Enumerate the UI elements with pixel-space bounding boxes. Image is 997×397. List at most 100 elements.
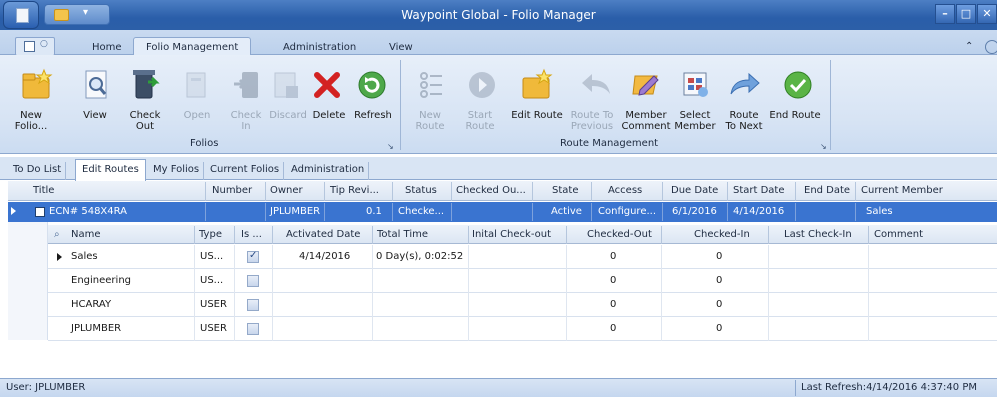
col-is[interactable]: Is ... <box>241 229 262 240</box>
tab-folio-management[interactable]: Folio Management <box>133 37 252 56</box>
route-to-previous-button[interactable]: Route To Previous <box>567 110 617 132</box>
filter-icon[interactable]: ⌕ <box>54 229 60 240</box>
member-comment-icon <box>632 75 659 96</box>
cell-checked-out: 0 <box>610 299 617 310</box>
col-activated-date[interactable]: Activated Date <box>286 229 360 240</box>
col-state[interactable]: State <box>552 185 578 196</box>
magnifier-document-icon <box>85 70 107 99</box>
col-divider <box>194 226 195 244</box>
col-divider <box>566 226 567 244</box>
col-divider <box>532 182 533 201</box>
green-check-icon <box>784 71 812 99</box>
table-row[interactable] <box>48 269 997 293</box>
cell-divider <box>205 203 206 221</box>
end-route-button[interactable]: End Route <box>768 110 822 121</box>
current-row-indicator-icon <box>57 253 62 261</box>
table-row-selected[interactable] <box>8 202 997 222</box>
cell-divider <box>795 203 796 221</box>
tab-administration[interactable]: Administration <box>283 42 356 53</box>
minimize-button[interactable]: – <box>935 4 955 24</box>
col-total-time[interactable]: Total Time <box>377 229 428 240</box>
check-in-button[interactable]: Check In <box>228 110 264 132</box>
chevron-down-icon: ○ <box>40 39 48 49</box>
col-number[interactable]: Number <box>212 185 252 196</box>
menu-icon <box>24 41 35 52</box>
is-checkbox[interactable] <box>247 275 259 287</box>
table-row[interactable] <box>48 293 997 317</box>
col-divider <box>451 182 452 201</box>
close-button[interactable]: ✕ <box>977 4 997 24</box>
tab-current-folios[interactable]: Current Folios <box>206 162 285 180</box>
is-checkbox[interactable] <box>247 250 259 263</box>
col-last-check-in[interactable]: Last Check-In <box>784 229 852 240</box>
col-current-member[interactable]: Current Member <box>861 185 943 196</box>
open-icon <box>186 72 206 98</box>
folios-dialog-launcher-icon[interactable]: ↘ <box>387 142 394 151</box>
cell-checked-out: 0 <box>610 323 617 334</box>
route-to-next-button[interactable]: Route To Next <box>721 110 767 132</box>
table-row[interactable] <box>48 245 997 269</box>
cell-tip-revision: 0.1 <box>366 206 382 217</box>
help-icon[interactable] <box>985 40 997 54</box>
col-type[interactable]: Type <box>199 229 222 240</box>
col-tip-revision[interactable]: Tip Revi... <box>330 185 379 196</box>
col-start-date[interactable]: Start Date <box>733 185 785 196</box>
tab-edit-routes[interactable]: Edit Routes <box>75 159 146 181</box>
status-divider <box>795 380 796 396</box>
col-checked-out-sub[interactable]: Checked-Out <box>587 229 652 240</box>
cell-status: Checke... <box>398 206 445 217</box>
col-title[interactable]: Title <box>33 185 54 196</box>
app-menu-button[interactable]: ○ <box>15 37 55 56</box>
cell-divider <box>727 203 728 221</box>
tab-view[interactable]: View <box>389 42 413 53</box>
edit-route-button[interactable]: Edit Route <box>509 110 565 121</box>
member-comment-button[interactable]: Member Comment <box>620 110 672 132</box>
open-button[interactable]: Open <box>181 110 213 121</box>
cell-divider <box>265 203 266 221</box>
tab-my-folios[interactable]: My Folios <box>149 162 205 180</box>
col-checked-out[interactable]: Checked Ou... <box>456 185 526 196</box>
col-owner[interactable]: Owner <box>270 185 303 196</box>
start-route-button[interactable]: Start Route <box>462 110 498 132</box>
collapse-row-icon[interactable] <box>35 207 45 217</box>
cell-divider <box>392 203 393 221</box>
col-end-date[interactable]: End Date <box>804 185 850 196</box>
col-divider <box>234 226 235 244</box>
col-comment[interactable]: Comment <box>874 229 923 240</box>
cell-name: HCARAY <box>71 299 112 310</box>
tab-home[interactable]: Home <box>92 42 122 53</box>
route-to-next-icon <box>730 72 760 95</box>
discard-button[interactable]: Discard <box>268 110 308 121</box>
cell-activated-date: 4/14/2016 <box>299 251 351 262</box>
col-initial-checkout[interactable]: Inital Check-out <box>472 229 551 240</box>
cell-current-member: Sales <box>866 206 893 217</box>
refresh-button[interactable]: Refresh <box>350 110 396 121</box>
route-dialog-launcher-icon[interactable]: ↘ <box>820 142 827 151</box>
collapse-ribbon-icon[interactable]: ⌃ <box>965 41 973 52</box>
is-checkbox[interactable] <box>247 323 259 335</box>
col-checked-in[interactable]: Checked-In <box>694 229 750 240</box>
table-row[interactable] <box>48 317 997 341</box>
view-button[interactable]: View <box>78 110 112 121</box>
maximize-button[interactable]: □ <box>956 4 976 24</box>
col-due-date[interactable]: Due Date <box>671 185 718 196</box>
col-access[interactable]: Access <box>608 185 642 196</box>
new-folio-button[interactable]: New Folio... <box>3 110 59 132</box>
tab-administration-doc[interactable]: Administration <box>287 162 370 180</box>
cell-checked-in: 0 <box>716 323 723 334</box>
cell-divider <box>855 203 856 221</box>
delete-button[interactable]: Delete <box>308 110 350 121</box>
cell-checked-out: 0 <box>610 251 617 262</box>
col-divider <box>855 182 856 201</box>
col-status[interactable]: Status <box>405 185 437 196</box>
col-divider <box>205 182 206 201</box>
col-name[interactable]: Name <box>71 229 101 240</box>
select-member-button[interactable]: Select Member <box>672 110 718 132</box>
tab-to-do-list[interactable]: To Do List <box>9 162 67 180</box>
is-checkbox[interactable] <box>247 299 259 311</box>
check-out-button[interactable]: Check Out <box>126 110 164 132</box>
check-out-icon <box>133 70 160 99</box>
cell-access: Configure... <box>598 206 657 217</box>
new-route-button[interactable]: New Route <box>404 110 456 132</box>
cell-type: USER <box>200 323 227 334</box>
